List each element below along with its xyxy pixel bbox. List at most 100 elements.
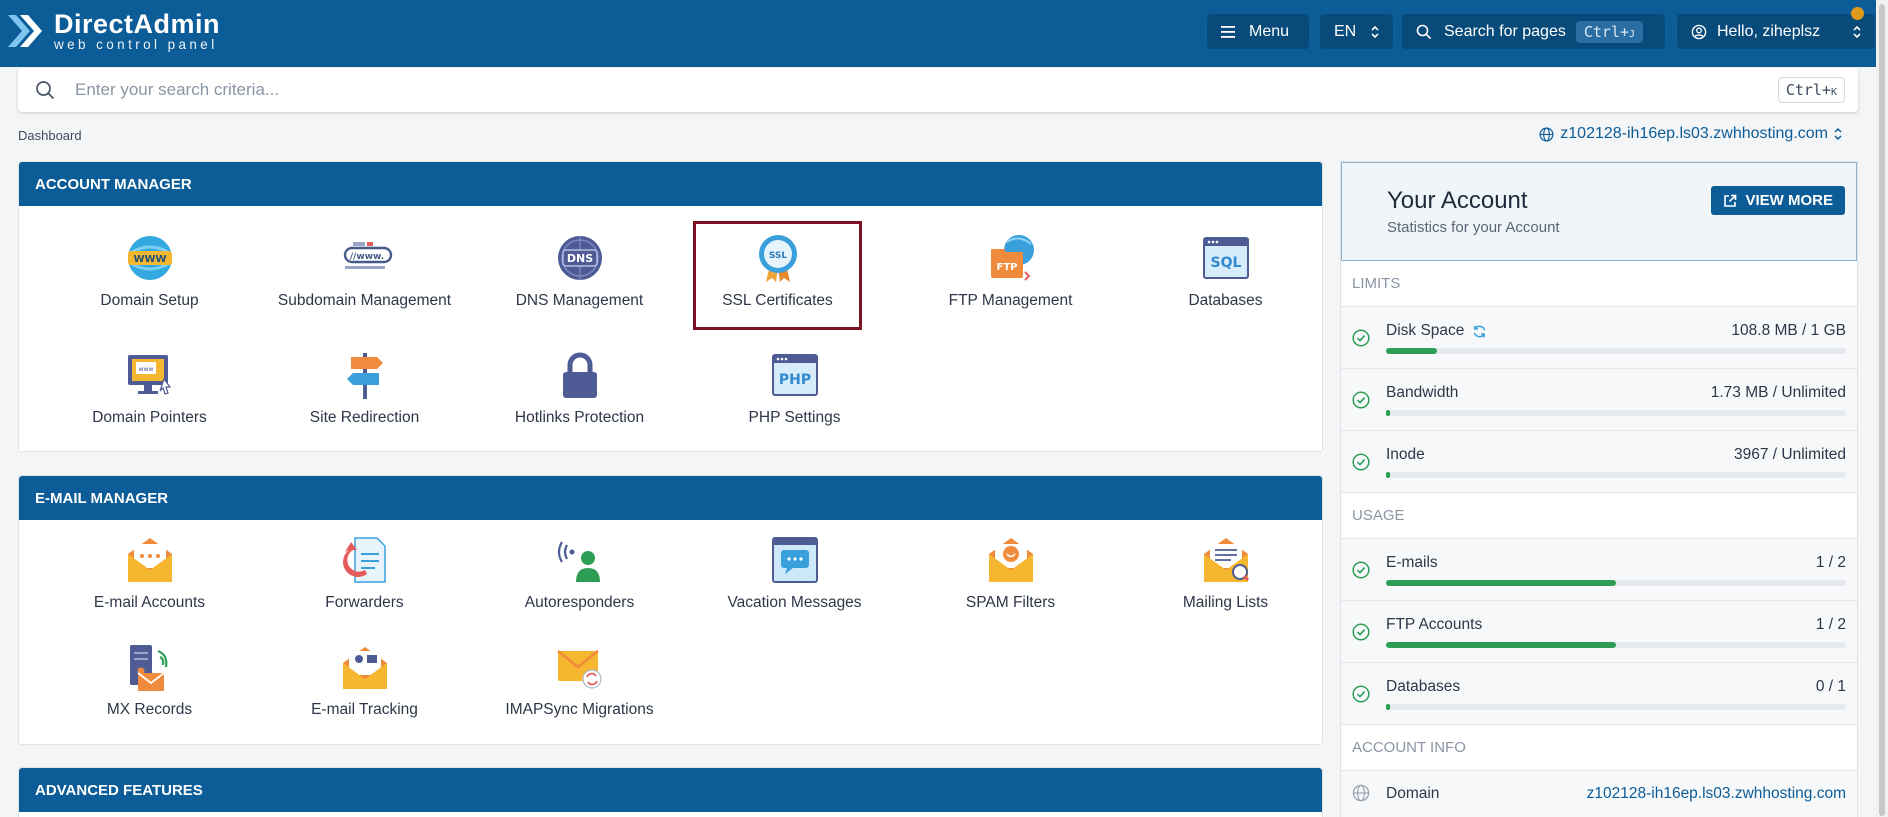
email-tracking-icon	[342, 647, 387, 689]
tile-label: Domain Pointers	[92, 409, 207, 426]
ftp-folder-icon: FTP	[990, 235, 1034, 281]
autoresponders-tile[interactable]: Autoresponders	[472, 534, 687, 613]
advanced-features-panel: ADVANCED FEATURES	[18, 767, 1323, 817]
search-pages-button[interactable]: Search for pages Ctrl+J	[1402, 14, 1665, 49]
hotlinks-protection-tile[interactable]: Hotlinks Protection	[472, 349, 687, 428]
mailing-lists-tile[interactable]: Mailing Lists	[1118, 534, 1333, 613]
tile-label: Domain Setup	[100, 292, 199, 309]
svg-text:FTP: FTP	[996, 262, 1017, 273]
menu-button[interactable]: Menu	[1207, 14, 1309, 49]
check-circle-icon	[1352, 329, 1370, 347]
php-icon: PHP	[771, 354, 818, 396]
search-input[interactable]	[75, 80, 1778, 100]
subdomain-management-tile[interactable]: //www. Subdomain Management	[257, 232, 472, 311]
domain-select[interactable]: z102128-ih16ep.ls03.zwhhosting.com	[1533, 125, 1848, 143]
tile-label: PHP Settings	[748, 409, 841, 426]
search-shortcut: Ctrl+K	[1777, 77, 1845, 103]
info-row-domain: Domain z102128-ih16ep.ls03.zwhhosting.co…	[1341, 771, 1857, 817]
user-circle-icon	[1691, 24, 1707, 39]
databases-tile[interactable]: SQL Databases	[1118, 232, 1333, 311]
email-accounts-tile[interactable]: E-mail Accounts	[42, 534, 257, 613]
mailing-list-icon	[1203, 538, 1249, 582]
svg-text:PHP: PHP	[778, 372, 810, 388]
email-tracking-tile[interactable]: E-mail Tracking	[257, 641, 472, 720]
limits-section-label: LIMITS	[1341, 261, 1857, 307]
sort-arrows-icon	[1853, 25, 1861, 38]
stat-row-databases: Databases 0 / 1	[1341, 663, 1857, 725]
envelope-icon	[127, 538, 172, 582]
spam-filters-tile[interactable]: SPAM Filters	[903, 534, 1118, 613]
advanced-features-header[interactable]: ADVANCED FEATURES	[19, 768, 1322, 812]
domain-setup-tile[interactable]: WWW Domain Setup	[42, 232, 257, 311]
hamburger-icon	[1221, 25, 1235, 38]
directadmin-logo-icon	[8, 15, 42, 47]
stat-value: 1 / 2	[1815, 616, 1846, 633]
ftp-management-tile[interactable]: FTP FTP Management	[903, 232, 1118, 311]
php-settings-tile[interactable]: PHP PHP Settings	[687, 349, 902, 428]
stat-name: Disk Space	[1386, 322, 1465, 339]
sort-arrows-icon	[1834, 127, 1842, 141]
progress-bar	[1386, 348, 1846, 354]
svg-text://www.: //www.	[349, 252, 383, 262]
notification-dot	[1851, 7, 1864, 20]
usage-section-label: USAGE	[1341, 493, 1857, 539]
check-circle-icon	[1352, 685, 1370, 703]
progress-bar	[1386, 580, 1846, 586]
breadcrumb[interactable]: Dashboard	[18, 128, 82, 143]
ssl-certificates-tile[interactable]: SSL SSL Certificates	[693, 221, 862, 330]
user-menu-button[interactable]: Hello, ziheplsz	[1677, 14, 1875, 49]
forwarders-tile[interactable]: Forwarders	[257, 534, 472, 613]
logo-subtitle: web control panel	[54, 37, 218, 52]
mx-records-tile[interactable]: MX Records	[42, 641, 257, 720]
your-account-card: Your Account Statistics for your Account…	[1340, 161, 1858, 817]
padlock-icon	[562, 352, 597, 398]
vacation-messages-tile[interactable]: Vacation Messages	[687, 534, 902, 613]
menu-label: Menu	[1249, 22, 1290, 40]
svg-text:WWW: WWW	[133, 254, 166, 265]
stat-name: E-mails	[1386, 554, 1438, 571]
global-search-bar: Ctrl+K	[18, 68, 1858, 112]
sql-database-icon: SQL	[1202, 237, 1249, 279]
tile-label: Vacation Messages	[727, 594, 862, 611]
imapsync-migrations-tile[interactable]: IMAPSync Migrations	[472, 641, 687, 720]
tile-label: SPAM Filters	[965, 594, 1056, 611]
site-redirection-tile[interactable]: Site Redirection	[257, 349, 472, 428]
your-account-subtitle: Statistics for your Account	[1387, 219, 1560, 236]
account-manager-header[interactable]: ACCOUNT MANAGER	[19, 162, 1322, 206]
svg-text:DNS: DNS	[566, 252, 592, 265]
progress-fill	[1386, 642, 1616, 648]
your-account-header: Your Account Statistics for your Account…	[1341, 162, 1857, 261]
stat-value: 1 / 2	[1815, 554, 1846, 571]
language-label: EN	[1334, 22, 1357, 40]
stat-value: 0 / 1	[1815, 678, 1846, 695]
domain-link[interactable]: z102128-ih16ep.ls03.zwhhosting.com	[1587, 785, 1846, 803]
ssl-certificate-icon: SSL	[758, 235, 797, 282]
view-more-button[interactable]: VIEW MORE	[1711, 186, 1845, 215]
user-greeting: Hello, ziheplsz	[1717, 22, 1821, 40]
your-account-title: Your Account	[1387, 187, 1528, 214]
stat-name: FTP Accounts	[1386, 616, 1483, 633]
scrollbar-thumb[interactable]	[1879, 4, 1885, 816]
language-select[interactable]: EN	[1320, 14, 1393, 49]
stat-row-bandwidth: Bandwidth 1.73 MB / Unlimited	[1341, 369, 1857, 431]
tile-label: IMAPSync Migrations	[505, 701, 654, 718]
stat-name: Bandwidth	[1386, 384, 1459, 401]
tile-label: Forwarders	[325, 594, 404, 611]
check-circle-icon	[1352, 561, 1370, 579]
dns-management-tile[interactable]: DNS DNS Management	[472, 232, 687, 311]
top-bar: DirectAdmin web control panel Menu EN Se…	[0, 0, 1888, 67]
tile-label: Mailing Lists	[1182, 594, 1269, 611]
tile-label: Databases	[1188, 292, 1263, 309]
globe-www-icon: WWW	[127, 236, 172, 280]
search-pages-shortcut: Ctrl+J	[1575, 20, 1644, 43]
stat-row-disk-space: Disk Space 108.8 MB / 1 GB	[1341, 307, 1857, 369]
progress-fill	[1386, 580, 1616, 586]
refresh-icon[interactable]	[1472, 324, 1487, 339]
info-name: Domain	[1386, 785, 1440, 802]
email-manager-header[interactable]: E-MAIL MANAGER	[19, 476, 1322, 520]
imapsync-icon	[556, 650, 602, 689]
logo[interactable]: DirectAdmin web control panel	[6, 6, 220, 56]
stat-row-inode: Inode 3967 / Unlimited	[1341, 431, 1857, 493]
domain-pointers-tile[interactable]: www Domain Pointers	[42, 349, 257, 428]
vacation-message-icon	[771, 537, 818, 583]
